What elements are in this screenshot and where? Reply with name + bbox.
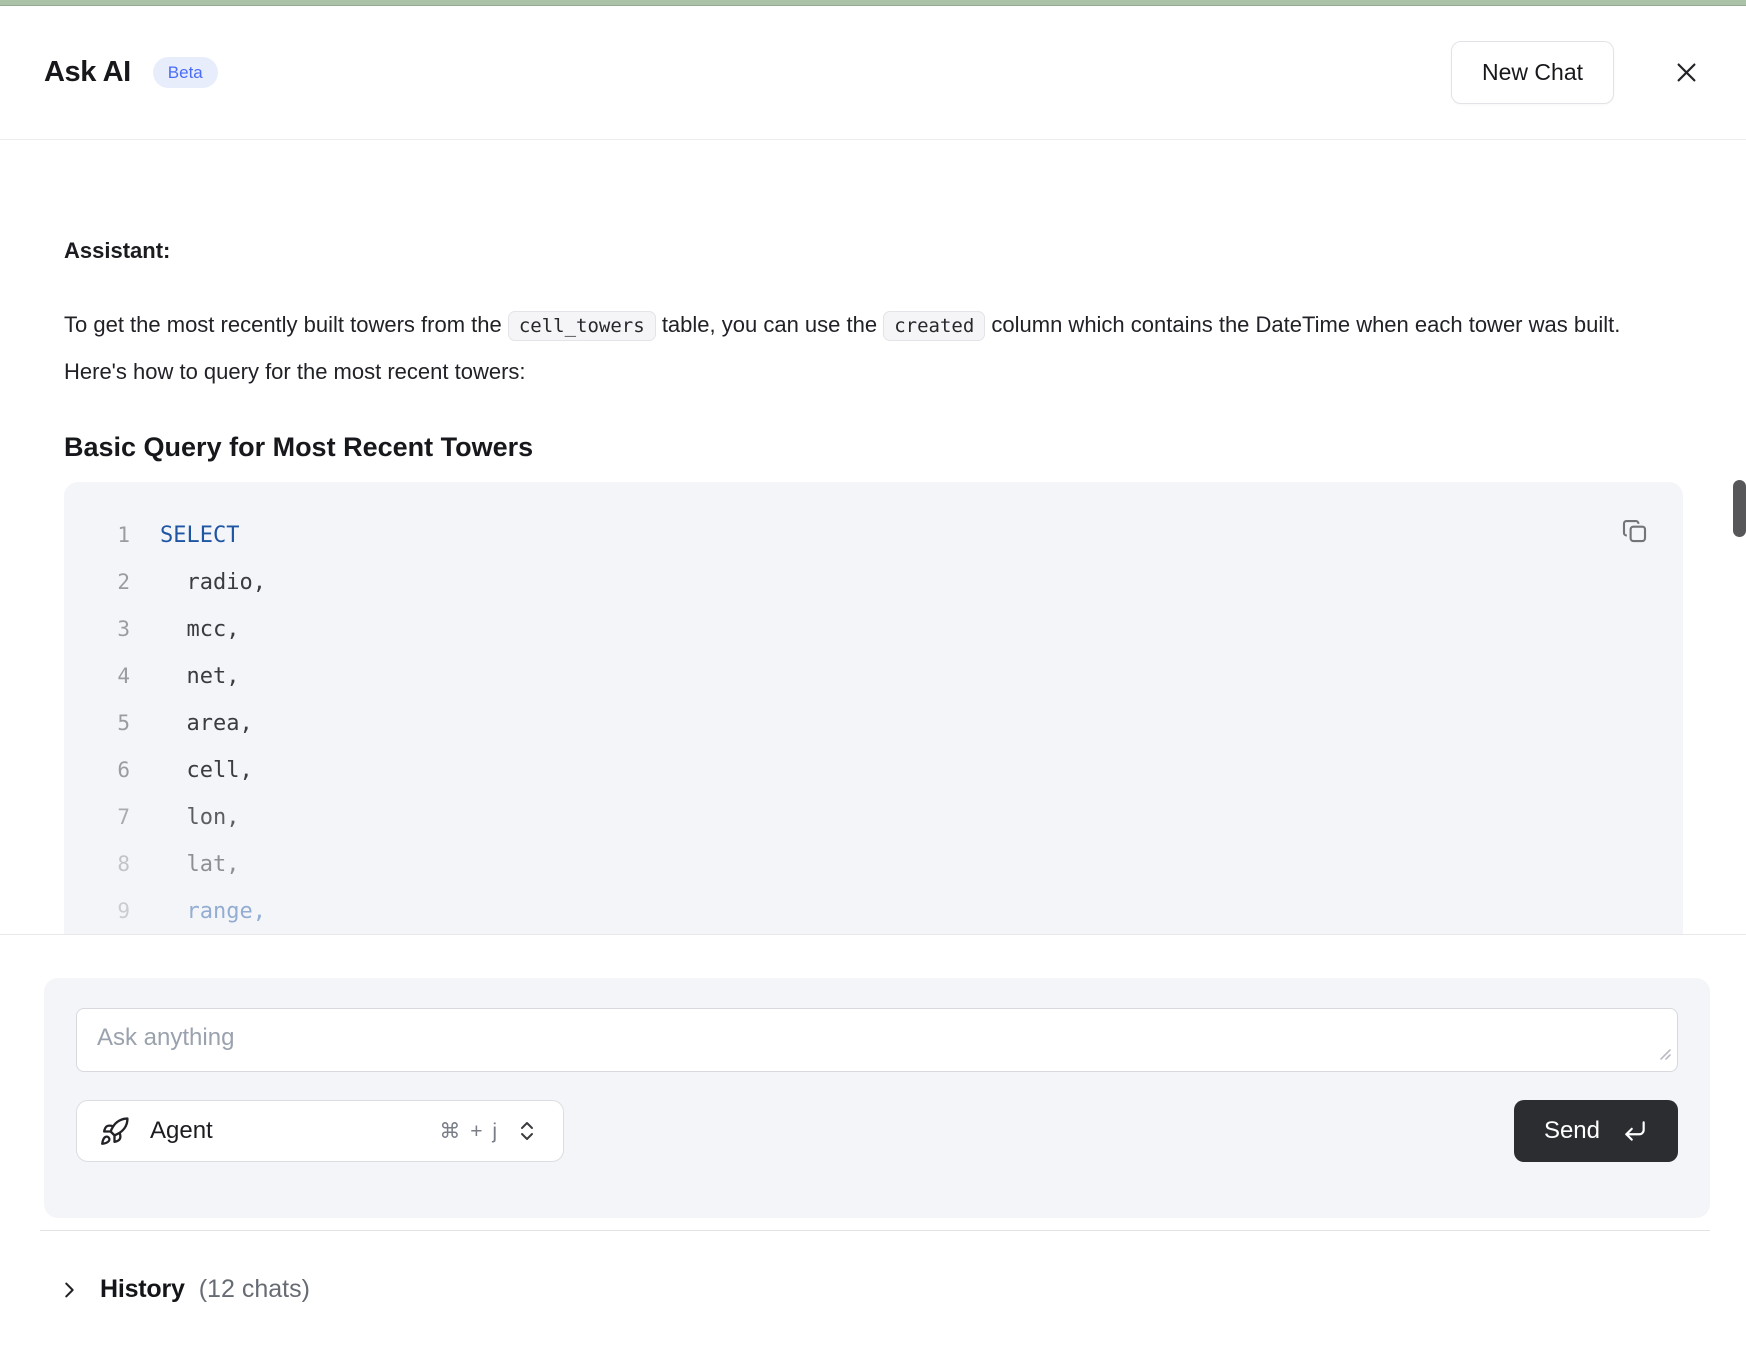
chevron-right-icon	[58, 1279, 80, 1301]
page-title: Ask AI	[44, 56, 131, 89]
line-number: 5	[64, 700, 130, 747]
keyboard-shortcut-label: ⌘ + j	[439, 1119, 499, 1144]
code-line: 8 lat,	[64, 841, 1683, 888]
send-button-label: Send	[1544, 1117, 1600, 1145]
code-line: 7 lon,	[64, 794, 1683, 841]
code-line: 4 net,	[64, 653, 1683, 700]
history-count: (12 chats)	[199, 1275, 310, 1304]
line-number: 6	[64, 747, 130, 794]
rocket-icon	[99, 1116, 130, 1147]
assistant-message: To get the most recently built towers fr…	[64, 302, 1624, 394]
panel-header: Ask AI Beta New Chat	[0, 6, 1746, 140]
agent-mode-selector[interactable]: Agent ⌘ + j	[76, 1100, 564, 1162]
assistant-role-label: Assistant:	[64, 235, 1683, 266]
send-button[interactable]: Send	[1514, 1100, 1678, 1162]
history-label: History	[100, 1275, 185, 1304]
line-number: 8	[64, 841, 130, 888]
line-number: 9	[64, 888, 130, 935]
return-icon	[1622, 1118, 1648, 1144]
composer-panel: Agent ⌘ + j Send	[44, 978, 1710, 1218]
code-text: area,	[160, 700, 253, 747]
code-line: 2 radio,	[64, 559, 1683, 606]
line-number: 2	[64, 559, 130, 606]
inline-code: cell_towers	[508, 311, 656, 341]
scrollbar-thumb[interactable]	[1733, 480, 1746, 537]
code-text: range,	[160, 888, 266, 935]
line-number: 1	[64, 512, 130, 559]
line-number: 3	[64, 606, 130, 653]
chevrons-up-down-icon	[515, 1119, 539, 1143]
ask-input[interactable]	[76, 1008, 1678, 1072]
code-line: 6 cell,	[64, 747, 1683, 794]
line-number: 7	[64, 794, 130, 841]
new-chat-button[interactable]: New Chat	[1451, 41, 1614, 104]
code-line: 1 SELECT	[64, 512, 1683, 559]
code-text: lon,	[160, 794, 239, 841]
inline-code: created	[883, 311, 985, 341]
code-line: 9 range,	[64, 888, 1683, 935]
code-text: mcc,	[160, 606, 239, 653]
agent-mode-label: Agent	[150, 1117, 213, 1145]
code-text: lat,	[160, 841, 239, 888]
history-divider	[40, 1230, 1710, 1231]
copy-code-button[interactable]	[1618, 514, 1652, 548]
close-button[interactable]	[1666, 53, 1706, 93]
code-text: radio,	[160, 559, 266, 606]
code-line: 5 area,	[64, 700, 1683, 747]
code-text: cell,	[160, 747, 253, 794]
code-lines: 1SELECT2 radio,3 mcc,4 net,5 area,6 cell…	[64, 512, 1683, 935]
sql-code-block: 1SELECT2 radio,3 mcc,4 net,5 area,6 cell…	[64, 482, 1683, 935]
copy-icon	[1620, 516, 1650, 546]
message-text-segment: table, you can use the	[656, 312, 884, 337]
beta-badge: Beta	[153, 57, 218, 88]
line-number: 4	[64, 653, 130, 700]
close-icon	[1673, 59, 1700, 86]
code-text: SELECT	[160, 512, 239, 559]
code-text: net,	[160, 653, 239, 700]
code-line: 3 mcc,	[64, 606, 1683, 653]
message-section-heading: Basic Query for Most Recent Towers	[64, 430, 1683, 464]
chat-message-area: Assistant: To get the most recently buil…	[0, 140, 1746, 935]
history-toggle[interactable]: History (12 chats)	[58, 1275, 1746, 1304]
message-text-segment: To get the most recently built towers fr…	[64, 312, 508, 337]
